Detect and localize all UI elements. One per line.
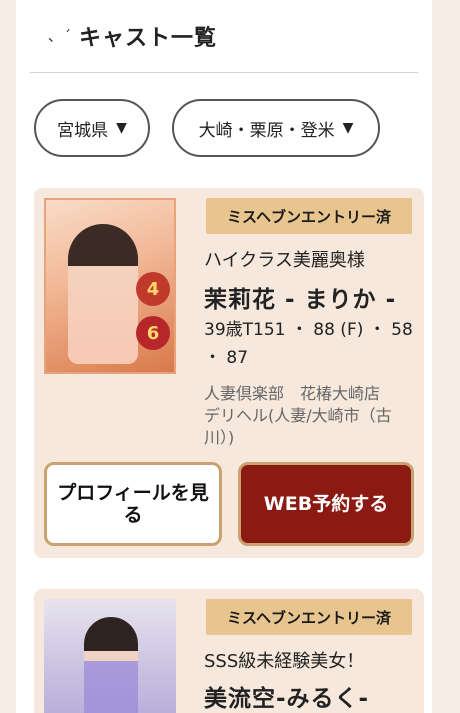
- chevron-down-icon: ▼: [342, 120, 354, 136]
- cast-card: ミスヘブンエントリー済 SSS級未経験美女！ 美流空-みるく-: [34, 589, 424, 713]
- filter-bar: 宮城県 ▼ 大崎・栗原・登米 ▼: [16, 73, 432, 157]
- cast-catchphrase: ハイクラス美麗奥様: [204, 250, 365, 271]
- prefecture-select[interactable]: 宮城県 ▼: [34, 99, 150, 157]
- cast-photo[interactable]: 4 6: [44, 198, 176, 374]
- shop-type: デリヘル(人妻/大崎市（古川）): [204, 406, 392, 447]
- shop-name[interactable]: 人妻倶楽部 花椿大崎店: [204, 383, 419, 405]
- cast-specs: 39歳T151 ・ 88 (F) ・ 58 ・ 87: [204, 320, 413, 368]
- cast-name[interactable]: 茉莉花 - まりか -: [204, 280, 396, 314]
- rank-badge-icon: 6: [136, 316, 170, 350]
- cast-card: 4 6 ミスヘブンエントリー済 ハイクラス美麗奥様 茉莉花 - まりか - 39…: [34, 188, 424, 558]
- area-select-value: 大崎・栗原・登米: [198, 120, 335, 141]
- cast-photo[interactable]: [44, 599, 176, 713]
- view-profile-button[interactable]: プロフィールを見る: [44, 462, 222, 546]
- shop-info: 人妻倶楽部 花椿大崎店 デリヘル(人妻/大崎市（古川）): [204, 383, 419, 449]
- cast-name[interactable]: 美流空-みるく-: [204, 679, 369, 713]
- page: 、´ キャスト一覧 宮城県 ▼ 大崎・栗原・登米 ▼ 4 6 ミスヘブンエントリ…: [16, 0, 432, 713]
- page-title: キャスト一覧: [79, 26, 218, 51]
- web-reserve-button[interactable]: WEB予約する: [238, 462, 414, 546]
- area-select[interactable]: 大崎・栗原・登米 ▼: [172, 99, 380, 157]
- cast-catchphrase: SSS級未経験美女！: [204, 651, 365, 672]
- header-logo-mark: 、´: [48, 29, 73, 45]
- chevron-down-icon: ▼: [116, 120, 127, 136]
- prefecture-select-value: 宮城県: [57, 120, 109, 141]
- entry-badge: ミスヘブンエントリー済: [206, 599, 412, 635]
- cast-photo-figure: [84, 617, 138, 713]
- cast-photo-figure: [68, 224, 138, 364]
- rank-badge-icon: 4: [136, 272, 170, 306]
- entry-badge: ミスヘブンエントリー済: [206, 198, 412, 234]
- page-header: 、´ キャスト一覧: [30, 0, 418, 73]
